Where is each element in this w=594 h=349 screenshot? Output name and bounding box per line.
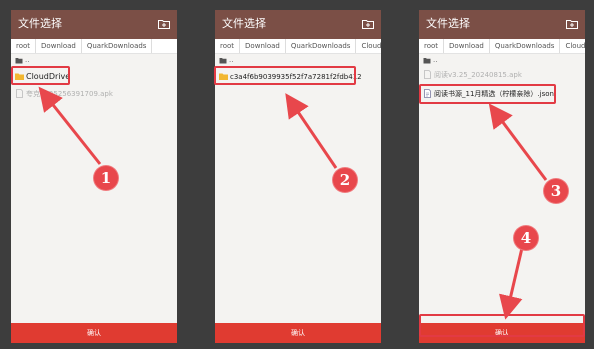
confirm-button[interactable]: 确认 — [419, 323, 585, 343]
breadcrumb-item[interactable]: QuarkDownloads — [286, 39, 357, 53]
item-name: 夸克17252563917​09.apk — [26, 90, 113, 98]
folder-icon — [219, 73, 228, 80]
parent-folder-icon — [219, 58, 227, 64]
titlebar: 文件选择 — [215, 10, 381, 39]
parent-folder-icon — [15, 58, 23, 64]
breadcrumb-item[interactable]: CloudDri — [560, 39, 585, 53]
breadcrumb-item[interactable]: root — [419, 39, 445, 53]
dialog-title: 文件选择 — [426, 17, 470, 30]
breadcrumb-item[interactable]: Download — [36, 39, 82, 53]
confirm-button[interactable]: 确认 — [215, 323, 381, 343]
new-folder-icon[interactable] — [158, 19, 170, 29]
titlebar: 文件选择 — [419, 10, 585, 39]
breadcrumb-item[interactable]: Download — [240, 39, 286, 53]
file-picker-panel-3: 文件选择 root Download QuarkDownloads CloudD… — [419, 10, 585, 343]
parent-directory-label: .. — [433, 56, 438, 64]
step-marker-2: 2 — [333, 168, 357, 192]
list-item[interactable]: 夸克17252563917​09.apk — [13, 86, 175, 102]
item-name: CloudDrive — [26, 72, 71, 81]
breadcrumb: root Download QuarkDownloads CloudDri — [419, 39, 585, 54]
file-icon — [424, 70, 431, 79]
breadcrumb-item[interactable]: CloudDri — [356, 39, 381, 53]
item-name: c3a4f6b9039935f52f7a7281f2fdb412 — [230, 73, 362, 81]
file-icon — [16, 89, 23, 98]
list-item[interactable]: CloudDrive — [13, 69, 175, 85]
list-item[interactable]: 阅读v3.25_20240815.apk — [421, 67, 583, 83]
item-name: 阅读v3.25_20240815.apk — [434, 71, 522, 79]
step-marker-3: 3 — [544, 179, 568, 203]
parent-directory-label: .. — [25, 56, 30, 64]
step-marker-1: 1 — [94, 166, 118, 190]
parent-directory-row[interactable]: .. — [11, 54, 177, 66]
breadcrumb: root Download QuarkDownloads — [11, 39, 177, 54]
breadcrumb: root Download QuarkDownloads CloudDri — [215, 39, 381, 54]
list-item[interactable]: 阅读书源_11月精选（柠檬亲除）.json — [421, 86, 583, 102]
item-name: 阅读书源_11月精选（柠檬亲除）.json — [434, 90, 554, 98]
new-folder-icon[interactable] — [566, 19, 578, 29]
new-folder-icon[interactable] — [362, 19, 374, 29]
dialog-title: 文件选择 — [222, 17, 266, 30]
parent-directory-row[interactable]: .. — [215, 54, 381, 66]
titlebar: 文件选择 — [11, 10, 177, 39]
parent-directory-row[interactable]: .. — [419, 54, 585, 66]
breadcrumb-item[interactable]: root — [11, 39, 37, 53]
step-marker-4: 4 — [514, 226, 538, 250]
parent-folder-icon — [423, 58, 431, 64]
breadcrumb-item[interactable]: Download — [444, 39, 490, 53]
file-icon — [424, 89, 431, 98]
breadcrumb-item[interactable]: QuarkDownloads — [82, 39, 153, 53]
list-item[interactable]: c3a4f6b9039935f52f7a7281f2fdb412 — [217, 69, 379, 85]
parent-directory-label: .. — [229, 56, 234, 64]
folder-icon — [15, 73, 24, 80]
confirm-button[interactable]: 确认 — [11, 323, 177, 343]
breadcrumb-item[interactable]: QuarkDownloads — [490, 39, 561, 53]
dialog-title: 文件选择 — [18, 17, 62, 30]
breadcrumb-item[interactable]: root — [215, 39, 241, 53]
